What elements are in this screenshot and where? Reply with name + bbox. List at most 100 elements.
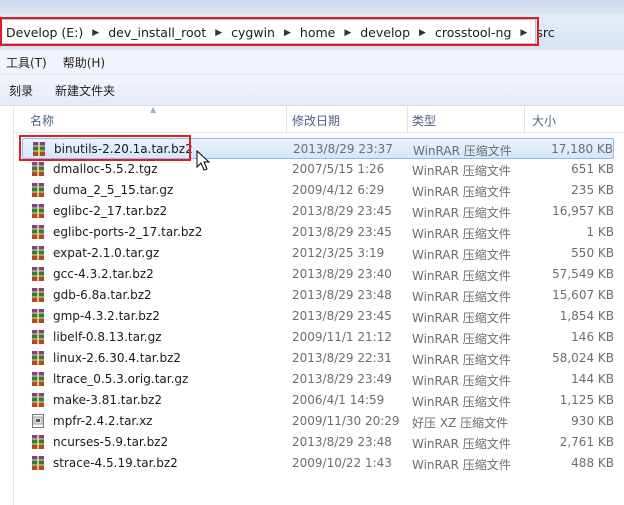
winrar-archive-icon bbox=[30, 455, 46, 471]
file-size: 146 KB bbox=[571, 330, 614, 344]
file-name: dmalloc-5.5.2.tgz bbox=[53, 162, 158, 176]
file-row[interactable]: mpfr-2.4.2.tar.xz 2009/11/30 20:29 好压 XZ 压… bbox=[22, 411, 614, 432]
file-type: WinRAR 压缩文件 bbox=[412, 269, 511, 283]
file-row[interactable]: gdb-6.8a.tar.bz2 2013/8/29 23:48 WinRAR 压缩… bbox=[22, 285, 614, 306]
file-row[interactable]: duma_2_5_15.tar.gz 2009/4/12 6:29 WinRAR 压… bbox=[22, 180, 614, 201]
file-type: WinRAR 压缩文件 bbox=[412, 311, 511, 325]
file-type: WinRAR 压缩文件 bbox=[413, 144, 512, 158]
file-date: 2013/8/29 23:48 bbox=[292, 288, 392, 302]
file-date: 2013/8/29 23:37 bbox=[293, 142, 393, 156]
file-name: ncurses-5.9.tar.bz2 bbox=[53, 435, 169, 449]
file-size: 1,125 KB bbox=[559, 393, 614, 407]
file-type: WinRAR 压缩文件 bbox=[412, 374, 511, 388]
file-row[interactable]: linux-2.6.30.4.tar.bz2 2013/8/29 22:31 Win… bbox=[22, 348, 614, 369]
breadcrumb-item[interactable]: src bbox=[536, 25, 554, 40]
winrar-archive-icon bbox=[30, 392, 46, 408]
column-size[interactable]: 大小 bbox=[532, 112, 556, 129]
file-name: duma_2_5_15.tar.gz bbox=[53, 183, 174, 197]
file-row[interactable]: dmalloc-5.5.2.tgz 2007/5/15 1:26 WinRAR 压缩… bbox=[22, 159, 614, 180]
winrar-archive-icon bbox=[30, 161, 46, 177]
file-type: WinRAR 压缩文件 bbox=[412, 290, 511, 304]
winrar-archive-icon bbox=[30, 308, 46, 324]
file-name: gcc-4.3.2.tar.bz2 bbox=[53, 267, 154, 281]
file-name: linux-2.6.30.4.tar.bz2 bbox=[53, 351, 181, 365]
file-type: WinRAR 压缩文件 bbox=[412, 248, 511, 262]
file-name: eglibc-ports-2_17.tar.bz2 bbox=[53, 225, 203, 239]
file-name: strace-4.5.19.tar.bz2 bbox=[53, 456, 178, 470]
file-size: 550 KB bbox=[571, 246, 614, 260]
file-size: 16,957 KB bbox=[552, 204, 614, 218]
file-row[interactable]: libelf-0.8.13.tar.gz 2009/11/1 21:12 WinRA… bbox=[22, 327, 614, 348]
file-row[interactable]: strace-4.5.19.tar.bz2 2009/10/22 1:43 WinR… bbox=[22, 453, 614, 474]
column-modified[interactable]: 修改日期 bbox=[292, 112, 340, 129]
file-size: 58,024 KB bbox=[552, 351, 614, 365]
file-size: 144 KB bbox=[571, 372, 614, 386]
winrar-archive-icon bbox=[30, 203, 46, 219]
winrar-archive-icon bbox=[30, 224, 46, 240]
menu-bar: 工具(T) 帮助(H) bbox=[0, 50, 624, 75]
file-size: 15,607 KB bbox=[552, 288, 614, 302]
menu-tools[interactable]: 工具(T) bbox=[0, 54, 53, 71]
file-row[interactable]: eglibc-ports-2_17.tar.bz2 2013/8/29 23:45… bbox=[22, 222, 614, 243]
winrar-archive-icon bbox=[30, 371, 46, 387]
column-type[interactable]: 类型 bbox=[412, 112, 436, 129]
file-type: WinRAR 压缩文件 bbox=[412, 206, 511, 220]
file-name: ltrace_0.5.3.orig.tar.gz bbox=[53, 372, 189, 386]
file-type: WinRAR 压缩文件 bbox=[412, 437, 511, 451]
file-size: 651 KB bbox=[571, 162, 614, 176]
file-name: make-3.81.tar.bz2 bbox=[53, 393, 163, 407]
new-folder-button[interactable]: 新建文件夹 bbox=[46, 82, 124, 99]
file-name: mpfr-2.4.2.tar.xz bbox=[53, 414, 153, 428]
window-title-strip bbox=[0, 0, 624, 14]
column-name[interactable]: 名称 bbox=[30, 112, 54, 129]
file-size: 488 KB bbox=[571, 456, 614, 470]
highlight-box-address bbox=[0, 17, 539, 46]
winrar-archive-icon bbox=[30, 350, 46, 366]
file-size: 235 KB bbox=[571, 183, 614, 197]
file-date: 2009/4/12 6:29 bbox=[292, 183, 385, 197]
sort-ascending-icon: ▲ bbox=[150, 105, 157, 114]
toolbar: 刻录 新建文件夹 bbox=[0, 75, 624, 106]
winrar-archive-icon bbox=[30, 434, 46, 450]
file-date: 2009/10/22 1:43 bbox=[292, 456, 392, 470]
file-size: 930 KB bbox=[571, 414, 614, 428]
file-row[interactable]: ltrace_0.5.3.orig.tar.gz 2013/8/29 23:49 W… bbox=[22, 369, 614, 390]
file-name: gmp-4.3.2.tar.bz2 bbox=[53, 309, 160, 323]
burn-button[interactable]: 刻录 bbox=[0, 82, 42, 99]
file-type: WinRAR 压缩文件 bbox=[412, 227, 511, 241]
mouse-cursor-icon bbox=[196, 150, 211, 171]
menu-help[interactable]: 帮助(H) bbox=[57, 54, 111, 71]
file-date: 2012/3/25 3:19 bbox=[292, 246, 385, 260]
winrar-archive-icon bbox=[30, 182, 46, 198]
file-date: 2013/8/29 23:45 bbox=[292, 309, 392, 323]
file-type: WinRAR 压缩文件 bbox=[412, 185, 511, 199]
column-header: ▲ 名称 修改日期 类型 大小 bbox=[14, 105, 624, 133]
file-row[interactable]: expat-2.1.0.tar.gz 2012/3/25 3:19 WinRAR 压… bbox=[22, 243, 614, 264]
file-row[interactable]: gmp-4.3.2.tar.bz2 2013/8/29 23:45 WinRAR 压… bbox=[22, 306, 614, 327]
file-date: 2013/8/29 23:45 bbox=[292, 204, 392, 218]
file-size: 2,761 KB bbox=[559, 435, 614, 449]
file-name: libelf-0.8.13.tar.gz bbox=[53, 330, 162, 344]
file-row[interactable]: make-3.81.tar.bz2 2006/4/1 14:59 WinRAR 压缩… bbox=[22, 390, 614, 411]
file-date: 2009/11/30 20:29 bbox=[292, 414, 400, 428]
highlight-box-file bbox=[19, 135, 191, 161]
file-date: 2006/4/1 14:59 bbox=[292, 393, 385, 407]
xz-archive-icon bbox=[30, 413, 46, 429]
file-type: 好压 XZ 压缩文件 bbox=[412, 416, 509, 430]
winrar-archive-icon bbox=[30, 287, 46, 303]
file-size: 1,854 KB bbox=[559, 309, 614, 323]
file-size: 57,549 KB bbox=[552, 267, 614, 281]
file-row[interactable]: eglibc-2_17.tar.bz2 2013/8/29 23:45 WinRAR… bbox=[22, 201, 614, 222]
file-date: 2013/8/29 22:31 bbox=[292, 351, 392, 365]
file-size: 1 KB bbox=[586, 225, 614, 239]
pane-divider[interactable] bbox=[13, 106, 14, 505]
file-date: 2013/8/29 23:49 bbox=[292, 372, 392, 386]
file-date: 2013/8/29 23:48 bbox=[292, 435, 392, 449]
winrar-archive-icon bbox=[30, 266, 46, 282]
file-date: 2013/8/29 23:45 bbox=[292, 225, 392, 239]
file-row[interactable]: gcc-4.3.2.tar.bz2 2013/8/29 23:40 WinRAR 压… bbox=[22, 264, 614, 285]
file-row[interactable]: ncurses-5.9.tar.bz2 2013/8/29 23:48 WinRAR… bbox=[22, 432, 614, 453]
file-name: eglibc-2_17.tar.bz2 bbox=[53, 204, 168, 218]
file-type: WinRAR 压缩文件 bbox=[412, 353, 511, 367]
file-type: WinRAR 压缩文件 bbox=[412, 332, 511, 346]
